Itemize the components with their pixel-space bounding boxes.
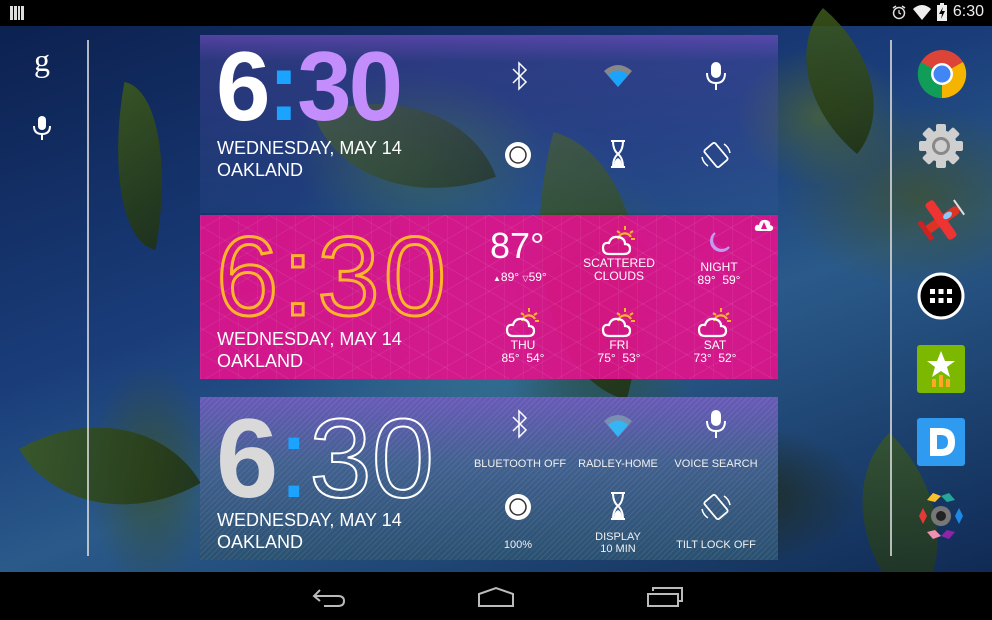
forecast-temps: 73° 52° [693, 351, 737, 365]
voice-search-toggle[interactable]: VOICE SEARCH [661, 409, 771, 470]
clock-hour: 6 [216, 31, 270, 141]
toggle-label: BLUETOOTH OFF [473, 458, 567, 470]
partly-cloudy-icon [601, 226, 635, 256]
dock-divider-right [890, 40, 892, 556]
rotation-toggle[interactable] [661, 139, 771, 171]
hourglass-icon [611, 492, 625, 520]
forecast-temps: 85° 54° [501, 351, 545, 365]
star-chart-icon[interactable] [917, 345, 965, 393]
wifi-icon [912, 5, 931, 20]
forecast-day[interactable]: FRI 75° 53° [564, 307, 674, 365]
clock-display[interactable]: 6:30 [216, 396, 435, 521]
screen-timeout-toggle[interactable]: DISPLAY 10 MIN [563, 491, 673, 555]
partly-cloudy-icon [601, 308, 635, 338]
rotation-icon [701, 141, 731, 169]
microphone-icon [706, 410, 726, 438]
bluetooth-icon [512, 409, 528, 439]
low-temp: 59° [528, 270, 547, 284]
clock-colon: : [267, 31, 301, 141]
settings-gear-icon[interactable] [917, 122, 965, 170]
toggle-label: 10 MIN [600, 543, 636, 555]
condition-line-2: CLOUDS [593, 269, 644, 283]
current-temperature: 87° [490, 225, 545, 266]
status-bar: 6:30 [0, 0, 992, 26]
screen-timeout-toggle[interactable] [563, 139, 673, 169]
toggle-label: DISPLAY [595, 531, 641, 543]
toggle-label: VOICE SEARCH [674, 458, 758, 470]
partly-cloudy-icon [697, 308, 731, 338]
date-label: WEDNESDAY, MAY 14 [217, 138, 402, 158]
clock-display[interactable]: 6:30 [215, 215, 450, 338]
brightness-icon [505, 494, 531, 520]
high-arrow-icon: ▲ [493, 274, 501, 283]
date-label: WEDNESDAY, MAY 14 [217, 329, 402, 349]
date-location: WEDNESDAY, MAY 14 OAKLAND [217, 509, 402, 553]
clock-toggle-widget-bold[interactable]: 6:30 WEDNESDAY, MAY 14 OAKLAND [200, 31, 778, 213]
bluetooth-icon [512, 61, 528, 91]
brightness-icon [505, 142, 531, 168]
rotation-icon [701, 493, 731, 521]
location-label: OAKLAND [217, 532, 304, 552]
date-label: WEDNESDAY, MAY 14 [217, 510, 402, 530]
location-label: OAKLAND [217, 351, 304, 371]
location-label: OAKLAND [217, 160, 304, 180]
d-letter-icon[interactable] [917, 418, 965, 466]
high-low: ▲89° ▽59° [493, 270, 547, 284]
toggle-label: 100% [503, 539, 533, 551]
wifi-toggle[interactable]: RADLEY-HOME [563, 413, 673, 470]
google-search-icon[interactable]: g [28, 42, 56, 78]
clock-hour: 6 [216, 396, 279, 521]
bluetooth-toggle[interactable]: BLUETOOTH OFF [465, 409, 575, 470]
voice-search-icon[interactable] [30, 114, 54, 142]
night-forecast[interactable]: NIGHT 89° 59° [664, 229, 774, 287]
moon-icon [710, 232, 730, 252]
date-location: WEDNESDAY, MAY 14 OAKLAND [217, 137, 402, 181]
forecast-day[interactable]: THU 85° 54° [468, 307, 578, 365]
wifi-icon [604, 415, 632, 437]
battery-charging-icon [936, 3, 947, 21]
toggle-label: TILT LOCK OFF [676, 539, 756, 551]
brightness-toggle[interactable] [463, 139, 573, 171]
voice-search-toggle[interactable] [661, 61, 771, 91]
clock-minutes: 30 [297, 31, 403, 141]
forecast-temps: 75° 53° [597, 351, 641, 365]
night-temps: 89° 59° [697, 273, 741, 287]
weather-clock-widget[interactable]: 6:30 WEDNESDAY, MAY 14 OAKLAND 87° ▲89° … [200, 215, 778, 379]
home-icon[interactable] [476, 584, 516, 608]
clock-colon: : [278, 396, 310, 521]
microphone-icon [706, 62, 726, 90]
gem-ring-icon[interactable] [915, 490, 967, 542]
navigation-bar [0, 572, 992, 620]
current-condition[interactable]: SCATTERED CLOUDS [564, 225, 674, 283]
dock-divider-left [87, 40, 89, 556]
hourglass-icon [611, 140, 625, 168]
clock-minutes: 30 [308, 396, 435, 521]
wifi-icon [604, 65, 632, 87]
partly-cloudy-icon [505, 308, 539, 338]
bluetooth-toggle[interactable] [465, 61, 575, 91]
alarm-icon [892, 5, 906, 20]
clock-toggle-widget-labeled[interactable]: 6:30 WEDNESDAY, MAY 14 OAKLAND BLUETOOTH… [200, 397, 778, 560]
brightness-toggle[interactable]: 100% [463, 491, 573, 551]
forecast-day[interactable]: SAT 73° 52° [660, 307, 770, 365]
date-location: WEDNESDAY, MAY 14 OAKLAND [217, 328, 402, 372]
clock-display[interactable]: 6:30 [216, 31, 403, 141]
wifi-toggle[interactable] [563, 63, 673, 87]
high-temp: 89° [500, 270, 520, 284]
rotation-toggle[interactable]: TILT LOCK OFF [661, 491, 771, 551]
red-airplane-icon[interactable] [914, 195, 968, 245]
notification-icon[interactable] [10, 6, 24, 20]
back-icon[interactable] [310, 584, 348, 608]
chrome-icon[interactable] [917, 49, 967, 99]
recents-icon[interactable] [646, 584, 684, 608]
clock-time: 6:30 [952, 3, 984, 20]
toggle-label: RADLEY-HOME [578, 458, 658, 470]
app-drawer-icon[interactable] [917, 272, 965, 320]
